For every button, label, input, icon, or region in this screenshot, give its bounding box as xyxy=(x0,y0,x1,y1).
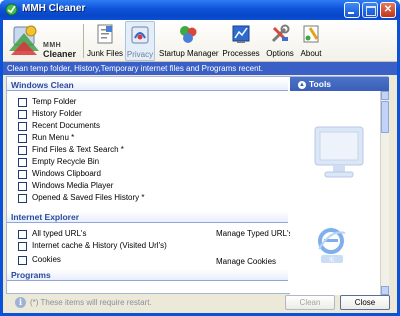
checkbox[interactable] xyxy=(18,230,27,239)
toolbar: MMH Cleaner Junk Files Privacy Startup M… xyxy=(3,20,397,62)
toolbar-item-options[interactable]: Options xyxy=(264,21,296,61)
scroll-down-button[interactable] xyxy=(381,286,389,295)
tools-panel-title: Tools xyxy=(309,79,332,89)
privacy-icon xyxy=(131,26,149,44)
vertical-scrollbar[interactable] xyxy=(380,91,389,295)
minimize-button[interactable] xyxy=(344,2,360,18)
checkbox-label: Empty Recycle Bin xyxy=(32,157,100,166)
collapse-icon: ▲ xyxy=(298,81,306,89)
checkbox-label: Windows Clipboard xyxy=(32,169,101,178)
manage-typed-urls-link[interactable]: Manage Typed URL's xyxy=(216,229,293,238)
checkbox[interactable] xyxy=(18,98,27,107)
startup-manager-icon xyxy=(180,26,197,43)
app-icon xyxy=(5,3,18,16)
toolbar-item-about[interactable]: About xyxy=(297,21,325,61)
privacy-options-list: Windows Clean Temp Folder History Folder… xyxy=(6,76,389,295)
options-icon xyxy=(271,24,290,43)
app-window: MMH Cleaner ✕ MMH Cleaner Junk Files Pri… xyxy=(0,0,400,316)
checkbox-label: Recent Documents xyxy=(32,121,101,130)
maximize-button[interactable] xyxy=(362,2,378,18)
about-icon xyxy=(303,25,319,43)
checkbox-label: Windows Media Player xyxy=(32,181,114,190)
logo-icon xyxy=(9,25,39,55)
toolbar-item-label: Processes xyxy=(222,49,260,58)
tools-panel-header[interactable]: ▲ Tools xyxy=(290,77,389,91)
section-programs: Programs xyxy=(7,269,288,281)
checkbox-label: Cookies xyxy=(32,255,61,264)
checkbox[interactable] xyxy=(18,256,27,265)
toolbar-item-label: About xyxy=(300,49,322,58)
section-internet-explorer: Internet Explorer xyxy=(7,211,288,223)
client-area: MMH Cleaner Junk Files Privacy Startup M… xyxy=(3,20,397,313)
minimize-icon xyxy=(345,3,359,17)
manage-cookies-link[interactable]: Manage Cookies xyxy=(216,257,276,266)
checkbox-label: Internet cache & History (Visited Url's) xyxy=(32,241,167,250)
checkbox[interactable] xyxy=(18,158,27,167)
checkbox-label: Run Menu * xyxy=(32,133,75,142)
checkbox[interactable] xyxy=(18,110,27,119)
toolbar-item-processes[interactable]: Processes xyxy=(221,21,261,61)
logo-line1: MMH xyxy=(43,42,62,49)
checkbox-label: Opened & Saved Files History * xyxy=(32,193,145,202)
close-button[interactable]: Close xyxy=(340,295,390,310)
checkbox-label: All typed URL's xyxy=(32,229,87,238)
checkbox[interactable] xyxy=(18,182,27,191)
tools-panel: ▲ Tools IE xyxy=(290,77,389,295)
checkbox-label: Temp Folder xyxy=(32,97,77,106)
toolbar-divider xyxy=(83,24,84,58)
close-icon: ✕ xyxy=(383,4,393,15)
internet-explorer-icon: IE xyxy=(318,228,346,264)
footer: i (*) These items will require restart. … xyxy=(3,295,397,313)
window-title: MMH Cleaner xyxy=(22,3,86,14)
monitor-icon xyxy=(314,126,364,178)
svg-text:IE: IE xyxy=(329,258,335,264)
restart-note: (*) These items will require restart. xyxy=(30,298,152,307)
info-icon: i xyxy=(15,297,26,308)
toolbar-item-junk-files[interactable]: Junk Files xyxy=(87,21,123,61)
checkbox[interactable] xyxy=(18,194,27,203)
logo-line2: Cleaner xyxy=(43,49,77,59)
checkbox-label: History Folder xyxy=(32,109,82,118)
junk-files-icon xyxy=(97,24,113,44)
checkbox[interactable] xyxy=(18,242,27,251)
app-logo: MMH Cleaner xyxy=(5,21,85,61)
toolbar-item-privacy[interactable]: Privacy xyxy=(125,21,155,61)
checkbox[interactable] xyxy=(18,146,27,155)
close-window-button[interactable]: ✕ xyxy=(380,2,396,18)
checkbox[interactable] xyxy=(18,134,27,143)
section-windows-clean: Windows Clean xyxy=(7,79,288,91)
checkbox[interactable] xyxy=(18,122,27,131)
toolbar-item-label: Options xyxy=(266,49,294,58)
page-description: Clean temp folder, History,Temporary int… xyxy=(3,62,397,75)
checkbox-label: Find Files & Text Search * xyxy=(32,145,124,154)
clean-button[interactable]: Clean xyxy=(285,295,335,310)
processes-icon xyxy=(232,25,250,43)
maximize-icon xyxy=(363,3,377,17)
title-bar[interactable]: MMH Cleaner ✕ xyxy=(0,0,400,20)
toolbar-item-startup-manager[interactable]: Startup Manager xyxy=(159,21,219,61)
toolbar-item-label: Startup Manager xyxy=(159,49,219,58)
scroll-thumb[interactable] xyxy=(381,101,389,133)
toolbar-item-label: Junk Files xyxy=(87,49,124,58)
checkbox[interactable] xyxy=(18,170,27,179)
toolbar-item-label: Privacy xyxy=(126,50,154,59)
scroll-up-button[interactable] xyxy=(381,91,389,100)
